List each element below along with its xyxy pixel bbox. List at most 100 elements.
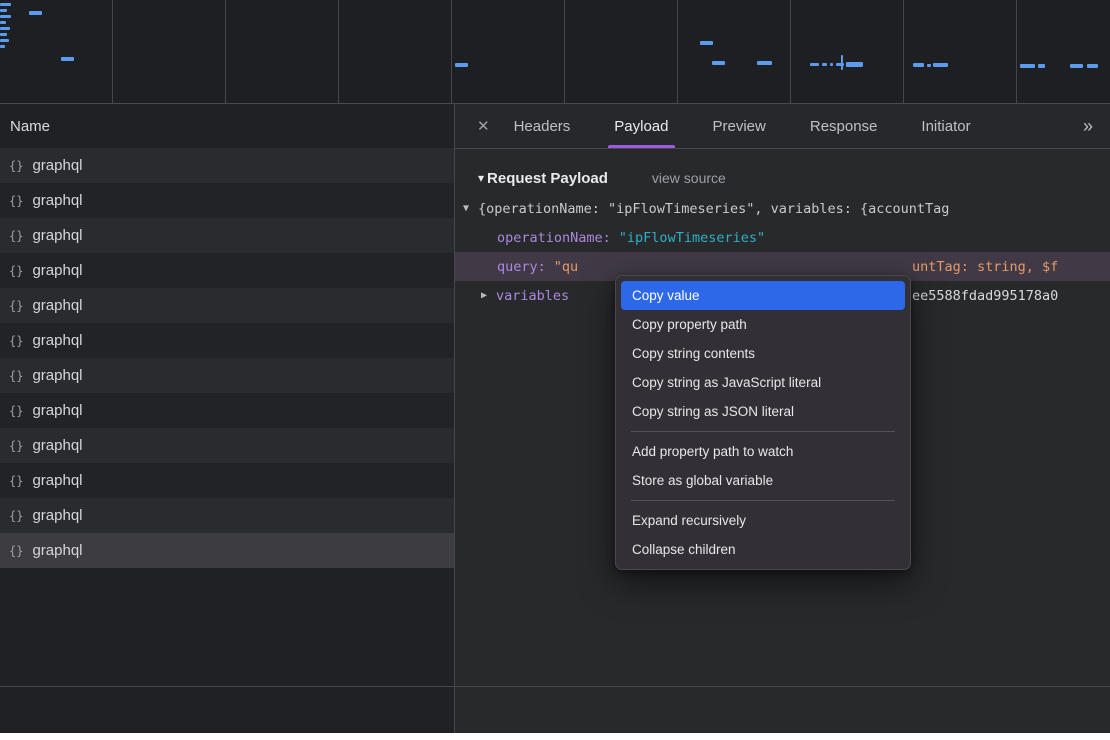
request-name: graphql: [32, 402, 82, 419]
property-key: variables: [496, 288, 569, 304]
menu-separator: [631, 431, 895, 432]
request-timing-bar[interactable]: [1020, 64, 1035, 68]
request-name: graphql: [32, 542, 82, 559]
request-timing-bar[interactable]: [0, 39, 9, 42]
request-timing-bar[interactable]: [29, 11, 42, 15]
request-name: graphql: [32, 297, 82, 314]
request-timing-bar[interactable]: [927, 64, 931, 67]
request-timing-bar[interactable]: [0, 21, 6, 24]
request-timing-bar[interactable]: [0, 33, 7, 36]
context-menu: Copy valueCopy property pathCopy string …: [615, 275, 911, 570]
request-timing-bar[interactable]: [1038, 64, 1045, 68]
request-timing-bar[interactable]: [822, 63, 827, 66]
menu-item-copy-property-path[interactable]: Copy property path: [621, 310, 905, 339]
request-timing-bar[interactable]: [1087, 64, 1098, 68]
page-background-strip: [0, 733, 1110, 740]
property-row-operation-name[interactable]: operationName: "ipFlowTimeseries": [455, 223, 1110, 252]
request-timing-bar[interactable]: [841, 55, 843, 70]
request-timing-bar[interactable]: [846, 62, 863, 67]
request-row[interactable]: {} graphql: [0, 288, 454, 323]
request-timing-bar[interactable]: [0, 45, 5, 48]
tab-initiator[interactable]: Initiator: [921, 104, 970, 148]
request-name: graphql: [32, 332, 82, 349]
view-source-link[interactable]: view source: [652, 170, 726, 186]
json-braces-icon: {}: [9, 544, 23, 558]
detail-tab-bar: ✕ Headers Payload Preview Response Initiator…: [455, 104, 1110, 149]
expanded-triangle-icon[interactable]: ▼: [463, 203, 478, 214]
property-key: query:: [497, 259, 546, 275]
collapsed-triangle-icon[interactable]: ▶: [481, 290, 496, 301]
request-table: Name {} graphql {} graphql {} graphql {} graphq…: [0, 104, 455, 733]
json-braces-icon: {}: [9, 159, 23, 173]
request-row[interactable]: {} graphql: [0, 183, 454, 218]
request-payload-section-header: ▾ Request Payload view source: [455, 162, 1110, 194]
menu-item-copy-string-as-javascript-literal[interactable]: Copy string as JavaScript literal: [621, 368, 905, 397]
request-name: graphql: [32, 367, 82, 384]
json-braces-icon: {}: [9, 194, 23, 208]
request-name: graphql: [32, 472, 82, 489]
request-timing-bar[interactable]: [0, 9, 7, 12]
column-header-name[interactable]: Name: [0, 104, 454, 148]
request-row[interactable]: {}graphql: [0, 498, 454, 533]
request-name: graphql: [32, 437, 82, 454]
menu-separator: [631, 500, 895, 501]
json-braces-icon: {}: [9, 369, 23, 383]
request-row[interactable]: {} graphql: [0, 428, 454, 463]
close-icon[interactable]: ✕: [477, 117, 490, 135]
request-timing-bar[interactable]: [712, 61, 725, 65]
tab-response[interactable]: Response: [810, 104, 878, 148]
request-name: graphql: [32, 507, 82, 524]
request-row[interactable]: {} graphql: [0, 218, 454, 253]
request-row[interactable]: {} graphql: [0, 323, 454, 358]
network-main-split: Name {} graphql {} graphql {} graphql {} graphq…: [0, 104, 1110, 733]
menu-item-expand-recursively[interactable]: Expand recursively: [621, 506, 905, 535]
request-timing-bar[interactable]: [830, 63, 833, 66]
property-value-continued: ee5588fdad995178a0: [912, 281, 1058, 310]
request-timing-bar[interactable]: [455, 63, 468, 67]
more-tabs-icon[interactable]: »: [1083, 116, 1092, 137]
tab-payload[interactable]: Payload: [614, 104, 668, 148]
menu-item-collapse-children[interactable]: Collapse children: [621, 535, 905, 564]
request-row[interactable]: {} graphql: [0, 358, 454, 393]
request-timing-bar[interactable]: [0, 3, 11, 6]
request-row[interactable]: {}graphql: [0, 148, 454, 183]
tab-list: Headers Payload Preview Response Initiator: [514, 104, 971, 148]
request-name: graphql: [32, 227, 82, 244]
request-timing-bar[interactable]: [61, 57, 74, 61]
request-row[interactable]: {} graphql: [0, 463, 454, 498]
request-timing-bar[interactable]: [810, 63, 819, 66]
section-collapse-icon[interactable]: ▾: [478, 171, 484, 185]
json-braces-icon: {}: [9, 474, 23, 488]
request-timing-bar[interactable]: [913, 63, 924, 67]
menu-item-add-property-path-to-watch[interactable]: Add property path to watch: [621, 437, 905, 466]
menu-item-copy-string-contents[interactable]: Copy string contents: [621, 339, 905, 368]
request-timing-bar[interactable]: [1070, 64, 1083, 68]
request-timing-bar[interactable]: [0, 15, 11, 18]
network-overview-timeline[interactable]: [0, 0, 1110, 104]
json-braces-icon: {}: [9, 299, 23, 313]
json-braces-icon: {}: [9, 229, 23, 243]
devtools-network-panel: Name {} graphql {} graphql {} graphql {} graphq…: [0, 0, 1110, 740]
tab-preview[interactable]: Preview: [713, 104, 766, 148]
payload-root-row[interactable]: ▼ {operationName: "ipFlowTimeseries", va…: [455, 194, 1110, 223]
json-braces-icon: {}: [9, 334, 23, 348]
request-row[interactable]: {} graphql: [0, 533, 454, 568]
json-braces-icon: {}: [9, 439, 23, 453]
json-braces-icon: {}: [9, 404, 23, 418]
menu-item-copy-string-as-json-literal[interactable]: Copy string as JSON literal: [621, 397, 905, 426]
menu-item-store-as-global-variable[interactable]: Store as global variable: [621, 466, 905, 495]
request-timing-bar[interactable]: [757, 61, 772, 65]
request-timing-bar[interactable]: [0, 27, 10, 30]
request-name: graphql: [32, 262, 82, 279]
request-row[interactable]: {}graphql: [0, 253, 454, 288]
object-preview-text: {operationName: "ipFlowTimeseries", vari…: [478, 201, 949, 217]
menu-item-copy-value[interactable]: Copy value: [621, 281, 905, 310]
request-row[interactable]: {} graphql: [0, 393, 454, 428]
property-value-continued: untTag: string, $f: [912, 252, 1058, 281]
column-header-label: Name: [10, 118, 50, 135]
request-name: graphql: [32, 192, 82, 209]
summary-bar-divider: [0, 686, 1110, 687]
request-timing-bar[interactable]: [700, 41, 713, 45]
tab-headers[interactable]: Headers: [514, 104, 571, 148]
request-timing-bar[interactable]: [933, 63, 948, 67]
